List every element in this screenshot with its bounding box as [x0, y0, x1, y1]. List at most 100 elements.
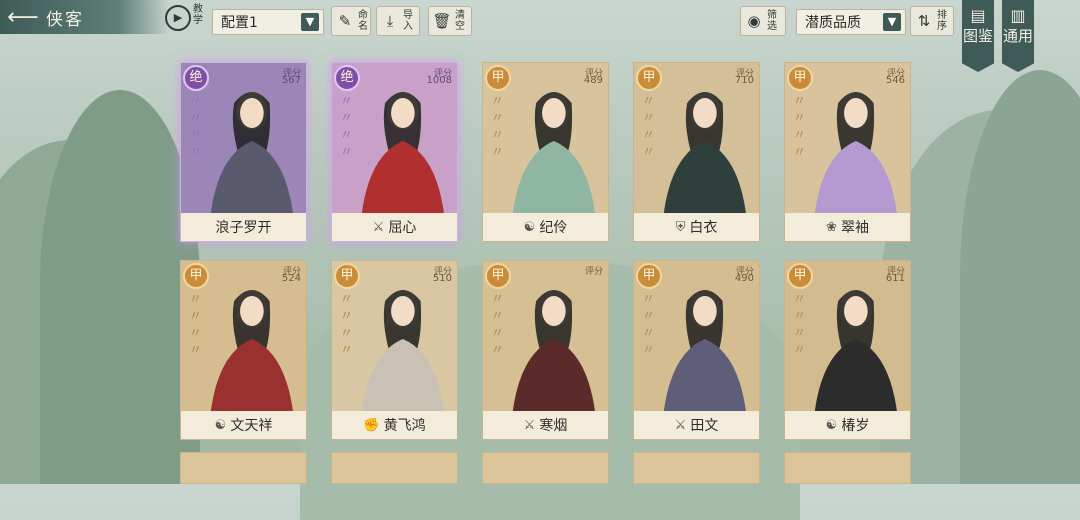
rename-button[interactable]: ✎ 命名 [331, 6, 371, 36]
sort-label: 排序 [937, 10, 947, 32]
hero-name-plate: ☯ 文天祥 [181, 411, 306, 439]
hero-name-plate: ⛨ 白衣 [634, 213, 759, 241]
hero-name: 浪子罗开 [215, 220, 272, 236]
hero-name-plate: ❀ 翠袖 [785, 213, 910, 241]
chevron-down-icon: ▼ [883, 13, 901, 31]
clear-label: 清空 [455, 10, 465, 32]
hero-card[interactable]: 甲〃〃〃〃评分 510 ✊ 黄飞鸿 [331, 260, 458, 440]
chevron-down-icon: ▼ [301, 13, 319, 31]
general-tab-label: 通用 [1002, 27, 1033, 45]
page-title: 侠客 [46, 9, 84, 30]
score-value: 1008 [426, 75, 452, 86]
hero-card-partial[interactable] [784, 452, 911, 484]
score-value: 710 [734, 75, 754, 86]
hero-card[interactable]: 甲〃〃〃〃 评分 ⚔ 寒烟 [482, 260, 609, 440]
hero-card-partial[interactable] [180, 452, 307, 484]
rank-badge: 甲 [183, 263, 209, 289]
hero-name: 屈心 [388, 220, 417, 236]
hero-name-plate: ⚔ 田文 [634, 411, 759, 439]
hero-name-plate: ⚔ 屈心 [332, 213, 457, 241]
tutorial-label[interactable]: 教学 [193, 4, 205, 26]
rank-stroke-decoration: 〃〃〃〃 [642, 292, 656, 358]
rank-stroke-decoration: 〃〃〃〃 [491, 94, 505, 160]
sword-icon: ⚔ [674, 417, 687, 433]
swirl-icon: ☯ [825, 417, 838, 433]
eye-icon: ◉ [747, 12, 761, 30]
score-label: 评分 [584, 267, 603, 277]
trash-icon: 🗑 [432, 12, 452, 30]
sort-button[interactable]: ⇅ 排序 [910, 6, 954, 36]
hero-card[interactable]: 甲〃〃〃〃评分 489 ☯ 纪伶 [482, 62, 609, 242]
sword-icon: ⚔ [372, 219, 385, 235]
score-value: 490 [734, 273, 754, 284]
codex-tab-label: 图鉴 [962, 27, 993, 45]
shield-icon: ⛨ [675, 219, 686, 235]
hero-name: 纪伶 [539, 220, 568, 236]
general-tab[interactable]: ▥ 通用 [1002, 0, 1034, 72]
hero-card[interactable]: 绝〃〃〃〃评分 1008 ⚔ 屈心 [331, 62, 458, 242]
hero-card[interactable]: 甲〃〃〃〃评分 490 ⚔ 田文 [633, 260, 760, 440]
top-toolbar: ⟵ 侠客 ▶ 教学 配置1 ▼ ✎ 命名 ⤓ 导入 🗑 清空 ◉ 筛选 潜质品质… [0, 0, 1080, 42]
filter-button[interactable]: ◉ 筛选 [740, 6, 786, 36]
hero-name: 寒烟 [539, 418, 568, 434]
hero-card-partial[interactable] [633, 452, 760, 484]
sword-icon: ⚔ [523, 417, 536, 433]
hero-name: 文天祥 [230, 418, 273, 434]
hero-card[interactable]: 绝〃〃〃〃评分 567 浪子罗开 [180, 62, 307, 242]
clear-button[interactable]: 🗑 清空 [428, 6, 472, 36]
back-button[interactable]: ⟵ 侠客 [0, 0, 170, 34]
rank-stroke-decoration: 〃〃〃〃 [340, 292, 354, 358]
arrow-left-icon: ⟵ [7, 4, 39, 30]
lotus-icon: ❀ [826, 219, 837, 235]
rank-stroke-decoration: 〃〃〃〃 [189, 292, 203, 358]
hero-name-plate: 浪子罗开 [181, 213, 306, 241]
codex-tab[interactable]: ▤ 图鉴 [962, 0, 994, 72]
import-label: 导入 [403, 10, 413, 32]
hero-card[interactable]: 甲〃〃〃〃评分 710 ⛨ 白衣 [633, 62, 760, 242]
sort-field-dropdown[interactable]: 潜质品质 ▼ [796, 9, 906, 35]
loadout-dropdown[interactable]: 配置1 ▼ [212, 9, 324, 35]
hero-name: 白衣 [689, 220, 718, 236]
rank-badge: 甲 [485, 263, 511, 289]
hero-name: 椿岁 [841, 418, 870, 434]
rank-badge: 甲 [485, 65, 511, 91]
hero-card[interactable]: 甲〃〃〃〃评分 524 ☯ 文天祥 [180, 260, 307, 440]
rank-badge: 甲 [334, 263, 360, 289]
scroll-icon: ▥ [1010, 6, 1026, 25]
score-value: 546 [885, 75, 905, 86]
loadout-value: 配置1 [221, 15, 258, 31]
hero-name: 翠袖 [840, 220, 869, 236]
rank-badge: 甲 [787, 263, 813, 289]
rank-badge: 绝 [183, 65, 209, 91]
hero-name-plate: ☯ 纪伶 [483, 213, 608, 241]
import-button[interactable]: ⤓ 导入 [376, 6, 420, 36]
filter-label: 筛选 [767, 10, 777, 32]
hero-card[interactable]: 甲〃〃〃〃评分 546 ❀ 翠袖 [784, 62, 911, 242]
rank-stroke-decoration: 〃〃〃〃 [793, 292, 807, 358]
rename-label: 命名 [358, 10, 368, 32]
rank-stroke-decoration: 〃〃〃〃 [491, 292, 505, 358]
rank-stroke-decoration: 〃〃〃〃 [642, 94, 656, 160]
play-icon[interactable]: ▶ [165, 5, 191, 31]
download-icon: ⤓ [386, 12, 394, 30]
hero-name-plate: ✊ 黄飞鸿 [332, 411, 457, 439]
fist-icon: ✊ [363, 417, 380, 433]
hero-card[interactable]: 甲〃〃〃〃评分 611 ☯ 椿岁 [784, 260, 911, 440]
rank-badge: 甲 [636, 263, 662, 289]
hero-card-partial[interactable] [482, 452, 609, 484]
hero-card-partial[interactable] [331, 452, 458, 484]
rank-stroke-decoration: 〃〃〃〃 [340, 94, 354, 160]
score-value: 489 [583, 75, 603, 86]
rank-badge: 甲 [787, 65, 813, 91]
score-value: 510 [432, 273, 452, 284]
swirl-icon: ☯ [523, 219, 536, 235]
swirl-icon: ☯ [214, 417, 227, 433]
brush-icon: ✎ [338, 12, 352, 30]
hero-name-plate: ☯ 椿岁 [785, 411, 910, 439]
rank-badge: 绝 [334, 65, 360, 91]
hero-name: 黄飞鸿 [383, 418, 426, 434]
sort-icon: ⇅ [917, 12, 931, 30]
rank-stroke-decoration: 〃〃〃〃 [793, 94, 807, 160]
score-value: 524 [281, 273, 301, 284]
sort-field-value: 潜质品质 [805, 15, 861, 31]
